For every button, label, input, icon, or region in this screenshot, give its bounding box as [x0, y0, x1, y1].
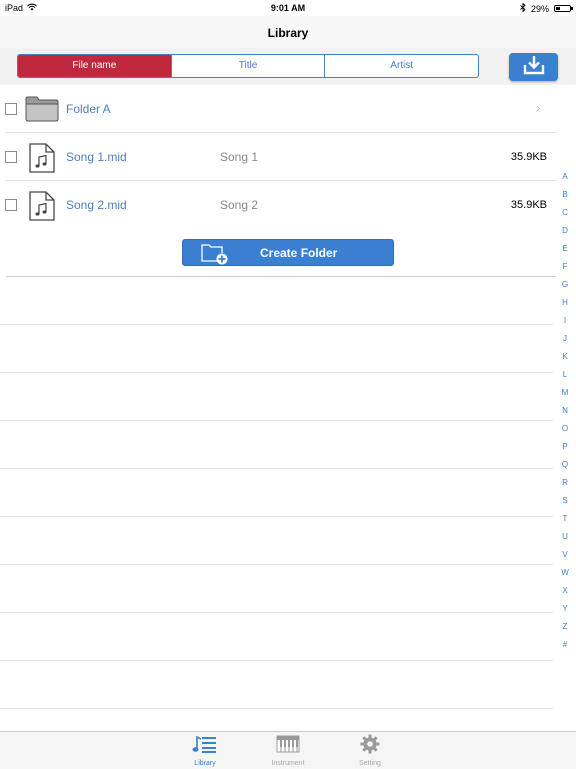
item-title: Song 2 — [220, 198, 259, 212]
index-letter[interactable]: Q — [558, 460, 572, 469]
sort-tab-title[interactable]: Title — [170, 55, 325, 77]
tab-bar: Library Instrument Setting — [0, 731, 576, 769]
index-letter[interactable]: S — [558, 496, 572, 505]
index-letter[interactable]: L — [558, 370, 572, 379]
index-letter[interactable]: F — [558, 262, 572, 271]
item-name: Song 2.mid — [66, 198, 127, 212]
empty-row-line — [0, 564, 553, 565]
index-letter[interactable]: Z — [558, 622, 572, 631]
index-letter[interactable]: I — [558, 316, 572, 325]
index-letter[interactable]: O — [558, 424, 572, 433]
index-letter[interactable]: J — [558, 334, 572, 343]
empty-row-line — [0, 660, 553, 661]
tab-label: Setting — [359, 760, 381, 767]
tab-label: Library — [194, 760, 216, 767]
sort-tab-file-name[interactable]: File name — [18, 55, 171, 77]
index-letter[interactable]: U — [558, 532, 572, 541]
chevron-right-icon: › — [536, 100, 541, 115]
sort-tab-artist[interactable]: Artist — [324, 55, 478, 77]
index-letter[interactable]: M — [558, 388, 572, 397]
create-folder-button[interactable]: Create Folder — [182, 239, 394, 266]
tab-label: Instrument — [271, 760, 305, 767]
empty-row-line — [0, 708, 553, 709]
index-letter[interactable]: V — [558, 550, 572, 559]
page-title: Library — [267, 26, 309, 40]
gear-icon — [359, 734, 381, 758]
navigation-bar: Library — [0, 16, 576, 49]
index-letter[interactable]: D — [558, 226, 572, 235]
index-letter[interactable]: E — [558, 244, 572, 253]
empty-row-line — [0, 372, 553, 373]
download-button[interactable] — [509, 53, 558, 81]
status-time: 9:01 AM — [270, 3, 306, 13]
tab-setting[interactable]: Setting — [345, 734, 395, 767]
sort-toolbar: File name Title Artist — [0, 48, 576, 85]
add-folder-icon — [201, 243, 229, 268]
library-icon — [192, 735, 218, 758]
index-letter[interactable]: G — [558, 280, 572, 289]
index-letter[interactable]: A — [558, 172, 572, 181]
index-letter[interactable]: H — [558, 298, 572, 307]
index-letter[interactable]: P — [558, 442, 572, 451]
status-bar: iPad 9:01 AM 29% — [0, 0, 576, 16]
download-icon — [523, 55, 545, 80]
index-letter[interactable]: X — [558, 586, 572, 595]
battery-percent: 29% — [530, 3, 549, 14]
create-folder-label: Create Folder — [260, 246, 338, 260]
item-size: 35.9KB — [510, 199, 547, 211]
index-letter[interactable]: Y — [558, 604, 572, 613]
empty-row-line — [0, 324, 553, 325]
list-item-file[interactable]: Song 1.mid Song 1 35.9KB — [0, 133, 556, 181]
row-checkbox[interactable] — [5, 199, 17, 211]
folder-icon — [25, 96, 59, 127]
battery-icon — [554, 5, 573, 12]
tab-instrument[interactable]: Instrument — [263, 734, 313, 767]
empty-row-line — [0, 420, 553, 421]
item-size: 35.9KB — [510, 151, 547, 163]
list-item-folder[interactable]: Folder A › — [0, 85, 556, 133]
bluetooth-icon — [520, 2, 526, 14]
music-file-icon — [29, 143, 55, 178]
index-letter[interactable]: W — [558, 568, 572, 577]
empty-row-line — [0, 516, 553, 517]
status-right: 29% — [520, 2, 573, 14]
music-file-icon — [29, 191, 55, 226]
battery-level — [556, 7, 560, 10]
list-separator — [6, 276, 556, 277]
row-checkbox[interactable] — [5, 103, 17, 115]
sort-segmented-control: File name Title Artist — [17, 54, 479, 78]
index-letter[interactable]: C — [558, 208, 572, 217]
item-name: Folder A — [66, 102, 111, 116]
tab-library[interactable]: Library — [180, 734, 230, 767]
empty-row-line — [0, 612, 553, 613]
index-letter[interactable]: # — [558, 640, 572, 649]
index-letter[interactable]: B — [558, 190, 572, 199]
empty-row-line — [0, 468, 553, 469]
piano-icon — [276, 735, 300, 758]
list-item-file[interactable]: Song 2.mid Song 2 35.9KB — [0, 181, 556, 229]
row-checkbox[interactable] — [5, 151, 17, 163]
index-letter[interactable]: T — [558, 514, 572, 523]
item-name: Song 1.mid — [66, 150, 127, 164]
index-letter[interactable]: R — [558, 478, 572, 487]
index-letter[interactable]: K — [558, 352, 572, 361]
item-title: Song 1 — [220, 150, 259, 164]
index-letter[interactable]: N — [558, 406, 572, 415]
